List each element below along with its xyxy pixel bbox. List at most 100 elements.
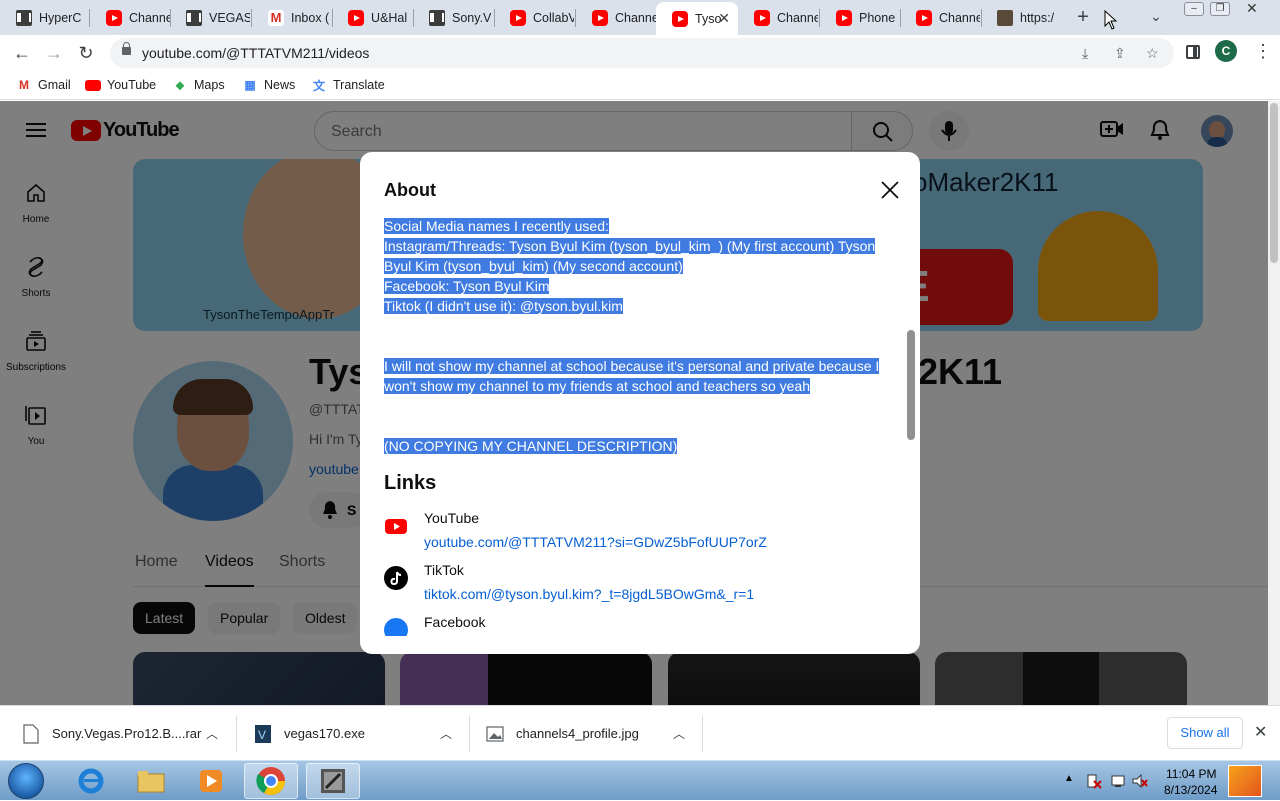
- restore-button[interactable]: ❐: [1210, 2, 1230, 16]
- address-bar[interactable]: youtube.com/@TTTATVM211/videos ⤓ ⇪ ☆: [110, 38, 1174, 68]
- forward-button[interactable]: →: [42, 41, 66, 65]
- browser-tab[interactable]: M Inbox (: [252, 2, 332, 33]
- maps-icon: ⬥: [175, 77, 185, 92]
- windows-taskbar: ▲ 11:04 PM 8/13/2024: [0, 760, 1280, 800]
- gmail-icon: M: [268, 9, 284, 26]
- show-desktop-button[interactable]: [1228, 765, 1262, 797]
- internet-explorer-icon: [78, 768, 104, 794]
- mouse-cursor-icon: [1104, 10, 1118, 30]
- bookmark-maps[interactable]: ⬥ Maps: [172, 77, 225, 93]
- volume-muted-icon[interactable]: [1132, 773, 1148, 789]
- youtube-icon: [672, 10, 688, 27]
- dialog-scrollbar-thumb[interactable]: [907, 330, 915, 440]
- url-text[interactable]: youtube.com/@TTTATVM211/videos: [142, 45, 369, 61]
- browser-tab-strip: HyperC Channe VEGAS M Inbox ( U&Hal Sony.…: [0, 0, 1280, 35]
- about-dialog: About Social Media names I recently used…: [360, 152, 920, 654]
- link-item-youtube[interactable]: YouTube youtube.com/@TTTATVM211?si=GDwZ5…: [384, 510, 896, 562]
- description-line: Facebook: Tyson Byul Kim: [384, 278, 550, 294]
- download-shelf: Sony.Vegas.Pro12.B....rar ︿ V vegas170.e…: [0, 705, 1280, 760]
- browser-tab[interactable]: Channe: [90, 2, 170, 33]
- download-item[interactable]: channels4_profile.jpg: [486, 706, 639, 761]
- youtube-icon: [85, 77, 101, 93]
- close-tab-icon[interactable]: ✕: [718, 10, 730, 27]
- youtube-icon: [348, 9, 364, 26]
- browser-tab[interactable]: VEGAS: [170, 2, 250, 33]
- description-line: Byul Kim (tyson_byul_kim) (My second acc…: [384, 258, 683, 274]
- description-line: Tiktok (I didn't use it): @tyson.byul.ki…: [384, 298, 623, 314]
- install-icon[interactable]: ⤓: [1082, 45, 1088, 62]
- bookmark-gmail[interactable]: M Gmail: [16, 77, 71, 93]
- show-all-downloads-button[interactable]: Show all: [1167, 717, 1243, 749]
- browser-tab-active[interactable]: Tyso ✕: [656, 2, 738, 35]
- svg-text:V: V: [258, 728, 266, 742]
- browser-tab[interactable]: U&Hal: [332, 2, 412, 33]
- start-button[interactable]: [8, 763, 44, 799]
- download-item[interactable]: V vegas170.exe: [254, 706, 365, 761]
- youtube-icon: [916, 9, 932, 26]
- browser-tab[interactable]: Channe: [900, 2, 980, 33]
- image-file-icon: [486, 725, 504, 742]
- shelf-divider: [702, 716, 703, 752]
- youtube-icon: [510, 9, 526, 26]
- link-item-tiktok[interactable]: TikTok tiktok.com/@tyson.byul.kim?_t=8jg…: [384, 562, 896, 614]
- internet-explorer-taskbar-icon[interactable]: [64, 763, 118, 799]
- clock-date[interactable]: 8/13/2024: [1164, 783, 1217, 797]
- about-description[interactable]: Social Media names I recently used: Inst…: [384, 216, 896, 636]
- bookmark-youtube[interactable]: YouTube: [85, 77, 156, 93]
- page-scrollbar[interactable]: [1268, 101, 1280, 705]
- show-hidden-icons[interactable]: ▲: [1064, 773, 1074, 784]
- new-tab-button[interactable]: +: [1072, 6, 1094, 28]
- application-icon: [321, 769, 345, 793]
- close-icon[interactable]: [878, 178, 902, 202]
- browser-tab[interactable]: HyperC: [0, 2, 88, 33]
- browser-toolbar: ← → ↻ youtube.com/@TTTATVM211/videos ⤓ ⇪…: [0, 35, 1280, 70]
- description-line: (NO COPYING MY CHANNEL DESCRIPTION): [384, 438, 678, 454]
- network-icon[interactable]: [1110, 773, 1126, 789]
- more-menu-icon[interactable]: ⋮: [1254, 41, 1272, 62]
- media-player-icon: [200, 770, 222, 792]
- chrome-icon: [256, 767, 285, 795]
- description-line: I will not show my channel at school bec…: [384, 358, 880, 374]
- side-panel-icon[interactable]: [1186, 45, 1200, 59]
- translate-icon: 文: [312, 78, 325, 93]
- bookmark-translate[interactable]: 文 Translate: [311, 77, 385, 93]
- description-line: won't show my channel to my friends at s…: [384, 378, 811, 394]
- gmail-icon: M: [19, 78, 29, 92]
- chevron-down-icon[interactable]: ⌄: [1150, 8, 1162, 25]
- chrome-taskbar-icon[interactable]: [244, 763, 298, 799]
- bars-icon: [429, 9, 445, 26]
- browser-tab[interactable]: Phone: [820, 2, 900, 33]
- description-line: Instagram/Threads: Tyson Byul Kim (tyson…: [384, 238, 876, 254]
- vegas-icon: V: [255, 724, 271, 743]
- close-shelf-icon[interactable]: ✕: [1254, 722, 1267, 742]
- media-player-taskbar-icon[interactable]: [184, 763, 238, 799]
- youtube-icon: [836, 9, 852, 26]
- clock-time[interactable]: 11:04 PM: [1166, 767, 1216, 781]
- links-heading: Links: [384, 472, 437, 494]
- youtube-page: YouTube Search Home Shorts Subscriptions: [0, 101, 1280, 705]
- link-item-facebook[interactable]: Facebook: [384, 614, 896, 636]
- bars-icon: [186, 9, 202, 26]
- browser-tab[interactable]: Channe: [738, 2, 818, 33]
- minimize-button[interactable]: –: [1184, 2, 1204, 16]
- file-explorer-taskbar-icon[interactable]: [124, 763, 178, 799]
- reload-button[interactable]: ↻: [74, 41, 98, 65]
- bookmark-news[interactable]: ▦ News: [242, 77, 295, 93]
- browser-tab[interactable]: CollabV: [494, 2, 574, 33]
- browser-tab[interactable]: Channe: [576, 2, 656, 33]
- profile-avatar[interactable]: C: [1215, 40, 1237, 62]
- page-scrollbar-thumb[interactable]: [1270, 103, 1278, 263]
- back-button[interactable]: ←: [10, 41, 34, 65]
- image-icon: [997, 9, 1013, 26]
- browser-tab[interactable]: Sony.V: [413, 2, 493, 33]
- bookmark-star-icon[interactable]: ☆: [1146, 45, 1159, 62]
- app-taskbar-icon[interactable]: [306, 763, 360, 799]
- youtube-icon: [106, 9, 122, 26]
- download-item[interactable]: Sony.Vegas.Pro12.B....rar: [22, 706, 201, 761]
- share-icon[interactable]: ⇪: [1114, 45, 1126, 62]
- browser-tab[interactable]: https:/: [981, 2, 1061, 33]
- action-center-icon[interactable]: [1086, 773, 1102, 789]
- bookmarks-bar: M Gmail YouTube ⬥ Maps ▦ News 文 Translate: [0, 70, 1280, 100]
- file-icon: [23, 723, 39, 744]
- close-window-button[interactable]: ✕: [1246, 0, 1258, 17]
